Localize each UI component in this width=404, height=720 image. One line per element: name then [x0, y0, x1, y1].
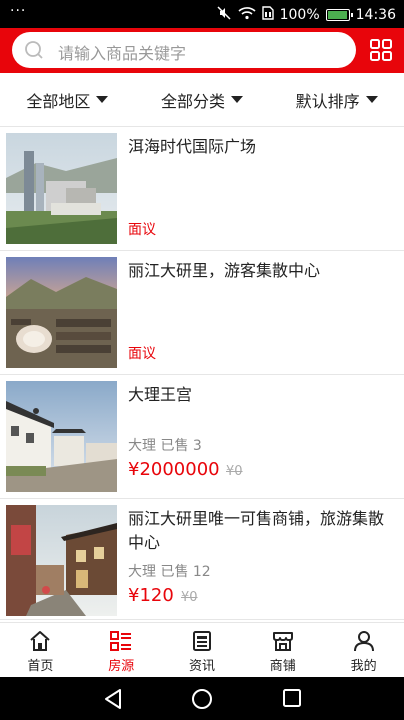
- filter-sort-label: 默认排序: [295, 91, 360, 111]
- listing-meta: 大理 已售 3: [128, 438, 202, 454]
- tab-home[interactable]: 首页: [0, 623, 81, 677]
- tab-news[interactable]: 资讯: [162, 623, 243, 677]
- notification-dots: ···: [10, 3, 27, 19]
- status-icons: 100% 14:36: [216, 5, 396, 25]
- listing-title: 洱海时代国际广场: [128, 137, 257, 156]
- sim-icon: [261, 6, 274, 24]
- listing-price: ¥2000000: [128, 459, 220, 480]
- listing-price: ¥120: [128, 585, 174, 606]
- category-grid-icon[interactable]: [370, 39, 392, 61]
- bottom-tab-bar: 首页 房源 资讯 商铺 我的: [0, 622, 404, 677]
- caret-down-icon: [231, 96, 244, 103]
- tab-profile-label: 我的: [350, 659, 377, 674]
- recents-icon[interactable]: [282, 688, 302, 708]
- listing-original-price: ¥0: [226, 464, 243, 479]
- list-icon: [110, 631, 132, 651]
- listing-thumbnail: [6, 257, 117, 368]
- filter-region[interactable]: 全部地区: [0, 73, 135, 126]
- back-icon[interactable]: [103, 688, 123, 710]
- status-bar: ··· 100% 14:36: [0, 0, 404, 28]
- search-placeholder: 请输入商品关键字: [58, 44, 187, 63]
- tab-news-label: 资讯: [188, 659, 215, 674]
- listing-thumbnail: [6, 505, 117, 616]
- tab-listings[interactable]: 房源: [81, 623, 162, 677]
- search-icon: [25, 41, 43, 59]
- mute-icon: [216, 5, 232, 25]
- wifi-icon: [238, 6, 256, 24]
- tab-home-label: 首页: [27, 659, 54, 674]
- listing-item[interactable]: 大理王宫 大理 已售 3 ¥2000000 ¥0: [0, 375, 404, 499]
- price-negotiable: 面议: [128, 222, 156, 238]
- tab-profile[interactable]: 我的: [323, 623, 404, 677]
- caret-down-icon: [365, 96, 378, 103]
- filter-category-label: 全部分类: [161, 91, 226, 111]
- caret-down-icon: [96, 96, 109, 103]
- filter-sort[interactable]: 默认排序: [269, 73, 404, 126]
- home-icon: [30, 631, 51, 651]
- listing-title: 丽江大研里，游客集散中心: [128, 261, 321, 280]
- listing-item[interactable]: 丽江大研里唯一可售商铺，旅游集散中心 大理 已售 12 ¥120 ¥0: [0, 499, 404, 620]
- listing-meta: 大理 已售 12: [128, 564, 211, 580]
- tab-listings-label: 房源: [108, 659, 135, 674]
- news-icon: [192, 631, 211, 651]
- battery-level: [327, 11, 347, 19]
- price-negotiable: 面议: [128, 346, 156, 362]
- listing-item[interactable]: 洱海时代国际广场 面议: [0, 127, 404, 251]
- profile-icon: [353, 631, 374, 652]
- clock: 14:36: [355, 7, 396, 23]
- listing-list: 洱海时代国际广场 面议 丽江大研里，游客集散中心 面议 大理王宫 大理 已售 3…: [0, 127, 404, 620]
- filter-region-label: 全部地区: [26, 91, 91, 111]
- header-bar: 请输入商品关键字: [0, 28, 404, 73]
- filter-bar: 全部地区 全部分类 默认排序: [0, 73, 404, 127]
- listing-title: 丽江大研里唯一可售商铺，旅游集散中心: [128, 509, 385, 552]
- listing-item[interactable]: 丽江大研里，游客集散中心 面议: [0, 251, 404, 375]
- tab-shops-label: 商铺: [269, 659, 296, 674]
- listing-original-price: ¥0: [181, 590, 198, 605]
- tab-shops[interactable]: 商铺: [242, 623, 323, 677]
- system-navigation-bar: [0, 677, 404, 720]
- filter-category[interactable]: 全部分类: [135, 73, 270, 126]
- shop-icon: [272, 632, 293, 651]
- search-input[interactable]: 请输入商品关键字: [12, 32, 356, 68]
- listing-thumbnail: [6, 381, 117, 492]
- home-circle-icon[interactable]: [191, 688, 213, 710]
- listing-title: 大理王宫: [128, 385, 193, 404]
- listing-thumbnail: [6, 133, 117, 244]
- battery-icon: [325, 9, 353, 21]
- battery-percent: 100%: [279, 7, 320, 23]
